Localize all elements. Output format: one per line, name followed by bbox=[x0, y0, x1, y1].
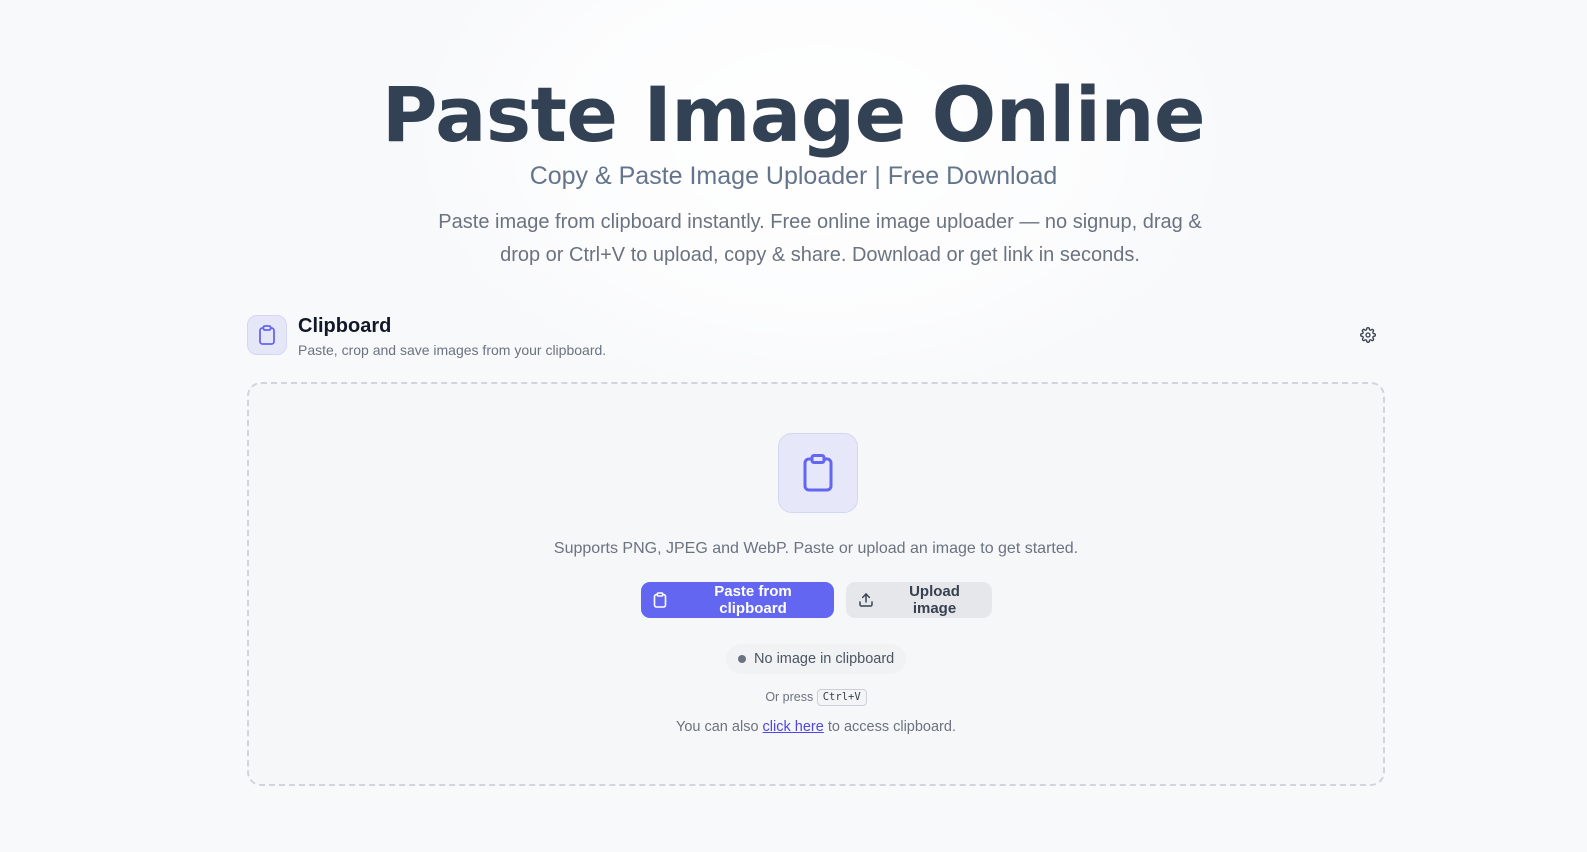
page-title: Paste Image Online bbox=[381, 70, 1206, 159]
page-description: Paste image from clipboard instantly. Fr… bbox=[438, 211, 1202, 266]
section-title: Clipboard bbox=[298, 315, 392, 337]
upload-button-label: Upload image bbox=[909, 583, 960, 617]
also-suffix: to access clipboard. bbox=[827, 719, 956, 735]
action-buttons: Paste from clipboard Upload image bbox=[249, 582, 1383, 618]
paste-dropzone[interactable]: Supports PNG, JPEG and WebP. Paste or up… bbox=[247, 382, 1385, 786]
page-subtitle: Copy & Paste Image Uploader | Free Downl… bbox=[529, 162, 1058, 190]
supported-formats-text: Supports PNG, JPEG and WebP. Paste or up… bbox=[553, 540, 1079, 557]
clipboard-icon bbox=[778, 433, 858, 513]
upload-icon bbox=[858, 592, 874, 608]
paste-from-clipboard-button[interactable]: Paste from clipboard bbox=[640, 582, 834, 618]
clipboard-access-hint: You can also click here to access clipbo… bbox=[249, 717, 1383, 737]
click-here-link[interactable]: click here bbox=[763, 719, 824, 735]
clipboard-section-header: Clipboard Paste, crop and save images fr… bbox=[247, 314, 1385, 358]
clipboard-status-badge: No image in clipboard bbox=[726, 644, 907, 674]
upload-image-button[interactable]: Upload image bbox=[845, 582, 992, 618]
status-dot-icon bbox=[738, 655, 746, 663]
paste-button-label: Paste from clipboard bbox=[714, 583, 792, 617]
shortcut-hint: Or press Ctrl+V bbox=[249, 688, 1383, 707]
clipboard-status-text: No image in clipboard bbox=[754, 651, 895, 667]
also-prefix: You can also bbox=[676, 719, 759, 735]
gear-icon[interactable] bbox=[1359, 326, 1377, 344]
section-subtitle: Paste, crop and save images from your cl… bbox=[298, 342, 607, 358]
clipboard-icon bbox=[653, 592, 667, 608]
clipboard-icon bbox=[247, 315, 287, 355]
or-press-text: Or press bbox=[765, 690, 814, 704]
shortcut-key: Ctrl+V bbox=[816, 689, 867, 707]
